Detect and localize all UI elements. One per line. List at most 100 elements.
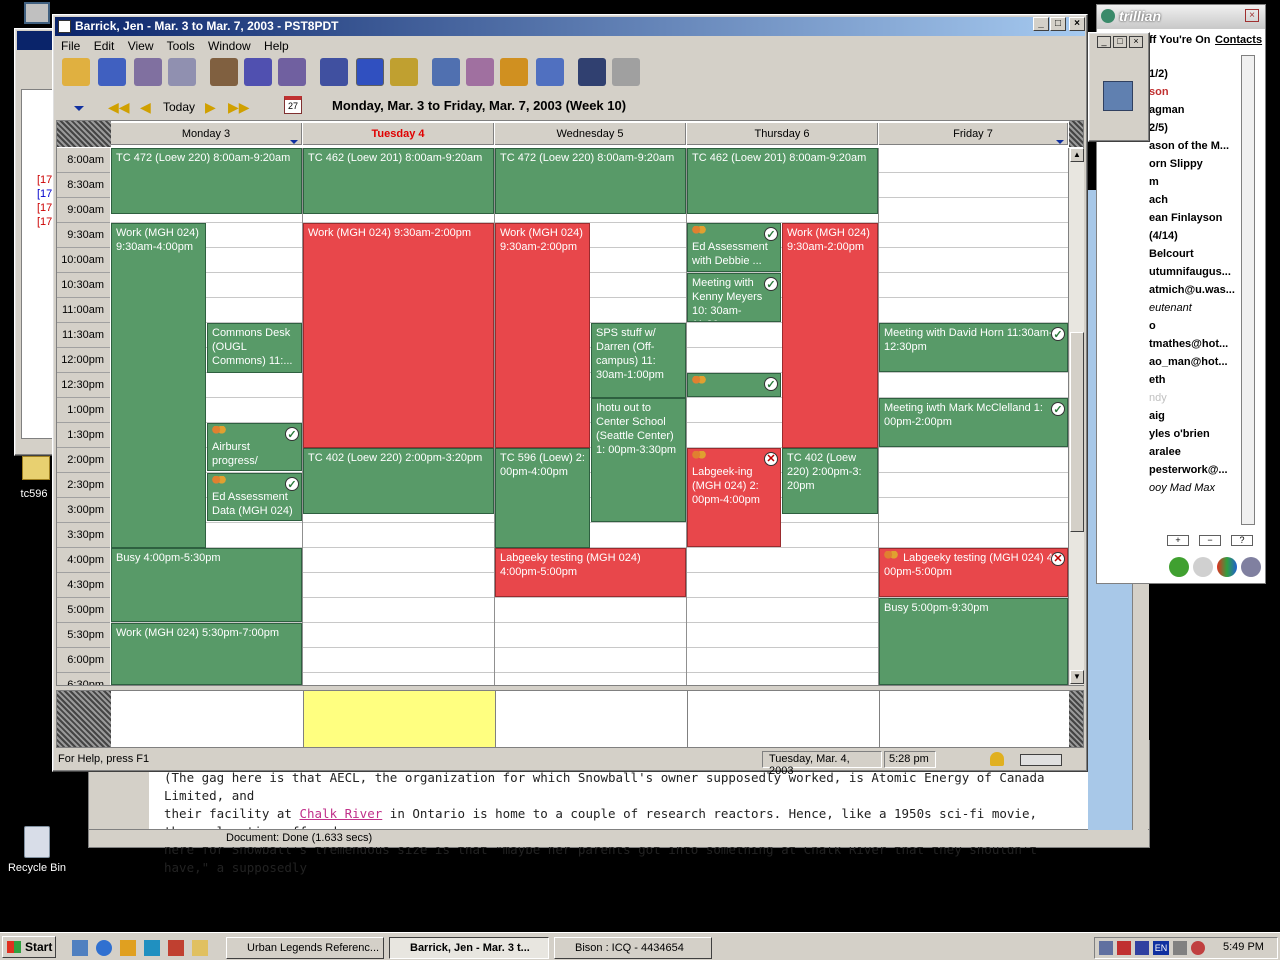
contact-item[interactable]: pesterwork@... (1149, 461, 1228, 479)
recycle-bin-icon[interactable] (24, 826, 50, 858)
scroll-down-icon[interactable]: ▼ (1070, 670, 1084, 684)
contact-item[interactable]: son (1149, 83, 1169, 101)
event-mon-busy[interactable]: Busy 4:00pm-5:30pm (111, 548, 302, 622)
contact-item[interactable]: 1/2) (1149, 65, 1168, 83)
new-appointment-icon[interactable] (62, 58, 90, 86)
menu-edit[interactable]: Edit (94, 39, 115, 53)
contact-item[interactable]: aralee (1149, 443, 1181, 461)
contact-item[interactable]: eth (1149, 371, 1166, 389)
help-button[interactable]: ? (1231, 535, 1253, 546)
go-to-date-icon[interactable]: 27 (284, 96, 302, 114)
friday-dropdown-icon[interactable] (1056, 140, 1064, 144)
minimize-button[interactable]: _ (1033, 17, 1049, 31)
event-thu-edassess[interactable]: Ed Assessment with Debbie ... ✓ (687, 223, 781, 272)
event-wed-tc472[interactable]: TC 472 (Loew 220) 8:00am-9:20am (495, 148, 686, 214)
task-urban-legends[interactable]: Urban Legends Referenc... (226, 937, 384, 959)
contact-item[interactable]: agman (1149, 101, 1184, 119)
icq-icon[interactable] (1169, 557, 1189, 577)
task-cell-wednesday[interactable] (496, 691, 688, 747)
menu-view[interactable]: View (128, 39, 154, 53)
next-week-icon[interactable]: ▶▶ (228, 99, 250, 116)
folder-icon[interactable] (22, 456, 50, 480)
event-tue-tc402[interactable]: TC 402 (Loew 220) 2:00pm-3:20pm (303, 448, 494, 514)
contact-item[interactable]: Belcourt (1149, 245, 1194, 263)
menu-window[interactable]: Window (208, 39, 251, 53)
contact-item[interactable]: ach (1149, 191, 1168, 209)
find-icon[interactable] (578, 58, 606, 86)
day-header-tuesday[interactable]: Tuesday 4 (303, 123, 494, 145)
event-thu-labgeek[interactable]: Labgeek-ing (MGH 024) 2: 00pm-4:00pm ✕ (687, 448, 781, 547)
scroll-up-icon[interactable]: ▲ (1070, 148, 1084, 162)
task-cell-tuesday[interactable] (304, 691, 496, 747)
printer-icon[interactable] (612, 58, 640, 86)
event-tue-work[interactable]: Work (MGH 024) 9:30am-2:00pm (303, 223, 494, 448)
contact-item[interactable]: (4/14) (1149, 227, 1178, 245)
next-day-icon[interactable]: ▶ (205, 99, 216, 116)
msn-icon[interactable] (1217, 557, 1237, 577)
event-mon-work2[interactable]: Work (MGH 024) 5:30pm-7:00pm (111, 623, 302, 685)
contact-item[interactable]: yles o'brien (1149, 425, 1210, 443)
contact-item[interactable]: o (1149, 317, 1156, 335)
tray-clock[interactable]: 5:49 PM (1223, 941, 1264, 953)
aim-icon[interactable] (1193, 557, 1213, 577)
msg-close-button[interactable]: × (1129, 36, 1143, 48)
tray-search-icon[interactable] (1099, 941, 1113, 955)
month-view-icon[interactable] (390, 58, 418, 86)
close-button[interactable]: × (1069, 17, 1085, 31)
group-calendar-icon[interactable] (244, 58, 272, 86)
clock-icon[interactable] (432, 58, 460, 86)
event-fri-horn[interactable]: Meeting with David Horn 11:30am-12:30pm … (879, 323, 1068, 372)
event-fri-labgeeky[interactable]: Labgeeky testing (MGH 024) 4: 00pm-5:00p… (879, 548, 1068, 597)
quicklaunch-desktop-icon[interactable] (72, 940, 88, 956)
contact-item[interactable]: tmathes@hot... (1149, 335, 1228, 353)
menu-help[interactable]: Help (264, 39, 289, 53)
scroll-thumb[interactable] (1070, 332, 1084, 532)
contact-item[interactable]: atmich@u.was... (1149, 281, 1235, 299)
contact-item[interactable]: ndy (1149, 389, 1167, 407)
task-cell-thursday[interactable] (688, 691, 880, 747)
event-mon-edassess[interactable]: Ed Assessment Data (MGH 024) 2:... ✓ (207, 473, 302, 521)
group-icon[interactable] (210, 58, 238, 86)
tray-shield-icon[interactable] (1117, 941, 1131, 955)
event-mon-airburst[interactable]: Airburst progress/ planning 1:30pm-... ✓ (207, 423, 302, 471)
remove-contact-button[interactable]: − (1199, 535, 1221, 546)
week-view-icon[interactable] (356, 58, 384, 86)
my-computer-icon[interactable] (24, 2, 50, 24)
event-thu-tc402[interactable]: TC 402 (Loew 220) 2:00pm-3: 20pm (782, 448, 878, 514)
dropdown-arrow-icon[interactable] (74, 106, 84, 111)
msg-max-button[interactable]: □ (1113, 36, 1127, 48)
tray-lang-indicator[interactable]: EN (1153, 941, 1169, 955)
contact-scrollbar[interactable] (1241, 55, 1255, 525)
trillian-contacts-tab[interactable]: Contacts (1215, 34, 1262, 46)
print-icon[interactable] (168, 58, 196, 86)
pin-icon[interactable] (536, 58, 564, 86)
tray-network-icon[interactable] (1173, 941, 1187, 955)
contact-item[interactable]: orn Slippy (1149, 155, 1203, 173)
monday-dropdown-icon[interactable] (290, 140, 298, 144)
event-wed-tc596[interactable]: TC 596 (Loew) 2: 00pm-4:00pm (495, 448, 590, 548)
maximize-button[interactable]: □ (1050, 17, 1066, 31)
contact-item[interactable]: eutenant (1149, 299, 1192, 317)
quicklaunch-pen-icon[interactable] (192, 940, 208, 956)
start-button[interactable]: Start (2, 936, 56, 958)
prev-day-icon[interactable]: ◀ (140, 99, 151, 116)
today-button[interactable]: Today (163, 100, 195, 114)
event-wed-sps[interactable]: SPS stuff w/ Darren (Off-campus) 11: 30a… (591, 323, 686, 398)
contact-item[interactable]: utumnifaugus... (1149, 263, 1231, 281)
event-thu-meeting[interactable]: Meeting with Kenny Meyers 10: 30am-11:30… (687, 273, 781, 322)
contact-item[interactable]: 2/5) (1149, 119, 1168, 137)
quicklaunch-outlook-icon[interactable] (144, 940, 160, 956)
alarm-bell-icon[interactable] (990, 752, 1004, 766)
day-header-friday[interactable]: Friday 7 (879, 123, 1068, 145)
group-task-icon[interactable] (278, 58, 306, 86)
event-mon-commons[interactable]: Commons Desk (OUGL Commons) 11:... (207, 323, 302, 373)
day-header-wednesday[interactable]: Wednesday 5 (495, 123, 686, 145)
day-header-thursday[interactable]: Thursday 6 (687, 123, 878, 145)
tray-security-icon[interactable] (1135, 941, 1149, 955)
quicklaunch-app-icon[interactable] (168, 940, 184, 956)
task-icon[interactable] (134, 58, 162, 86)
contact-item[interactable]: ean Finlayson (1149, 209, 1222, 227)
contact-item[interactable]: aig (1149, 407, 1165, 425)
msg-min-button[interactable]: _ (1097, 36, 1111, 48)
event-wed-ihotu[interactable]: Ihotu out to Center School (Seattle Cent… (591, 398, 686, 522)
